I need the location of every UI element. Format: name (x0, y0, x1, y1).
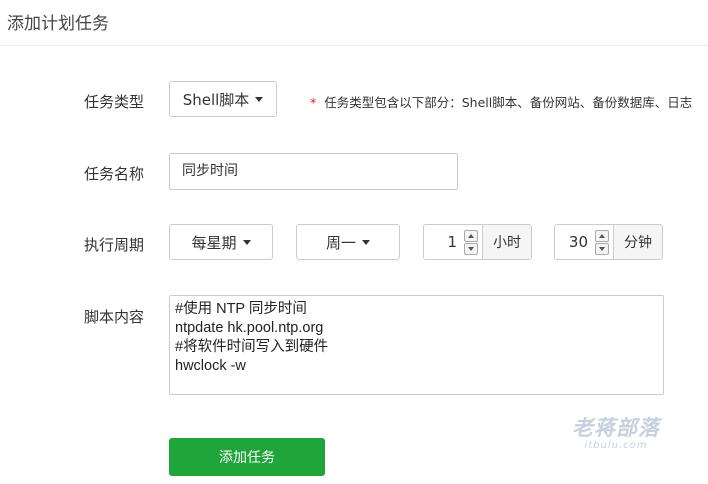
script-label: 脚本内容 (84, 308, 145, 326)
watermark-sub: itbulu.com (584, 440, 648, 451)
watermark-main: 老蒋部落 (572, 416, 660, 440)
hour-input[interactable]: 1 (424, 225, 461, 259)
minute-input-group: 30 分钟 (554, 224, 663, 260)
hour-unit: 小时 (482, 225, 531, 259)
task-type-note-text: 任务类型包含以下部分：Shell脚本、备份网站、备份数据库、日志 (324, 95, 693, 110)
task-type-label: 任务类型 (84, 93, 145, 111)
task-name-input[interactable]: 同步时间 (169, 153, 458, 190)
increment-icon[interactable] (464, 229, 478, 242)
caret-down-icon (362, 240, 370, 245)
weekday-select[interactable]: 周一 (296, 224, 400, 260)
schedule-label: 执行周期 (84, 236, 145, 254)
task-name-label: 任务名称 (84, 165, 145, 183)
page-title: 添加计划任务 (7, 14, 109, 34)
task-type-select[interactable]: Shell脚本 (169, 81, 277, 117)
caret-down-icon (242, 240, 251, 245)
decrement-icon[interactable] (464, 242, 478, 255)
task-type-value: Shell脚本 (182, 90, 250, 109)
caret-down-icon (255, 97, 264, 102)
weekday-value: 周一 (325, 233, 356, 252)
watermark: 老蒋部落 itbulu.com (572, 412, 660, 451)
task-type-note: * 任务类型包含以下部分：Shell脚本、备份网站、备份数据库、日志 (310, 92, 692, 111)
add-task-button[interactable]: 添加任务 (169, 438, 325, 476)
hour-spinner[interactable] (461, 225, 481, 259)
period-value: 每星期 (191, 233, 237, 252)
hour-input-group: 1 小时 (423, 224, 532, 260)
period-select[interactable]: 每星期 (169, 224, 273, 260)
required-star: * (310, 95, 317, 110)
minute-input[interactable]: 30 (555, 225, 592, 259)
decrement-icon[interactable] (595, 242, 609, 255)
script-textarea[interactable]: #使用 NTP 同步时间 ntpdate hk.pool.ntp.org #将软… (169, 295, 664, 395)
minute-unit: 分钟 (613, 225, 662, 259)
page-header: 添加计划任务 (0, 0, 708, 46)
minute-spinner[interactable] (592, 225, 612, 259)
increment-icon[interactable] (595, 229, 609, 242)
